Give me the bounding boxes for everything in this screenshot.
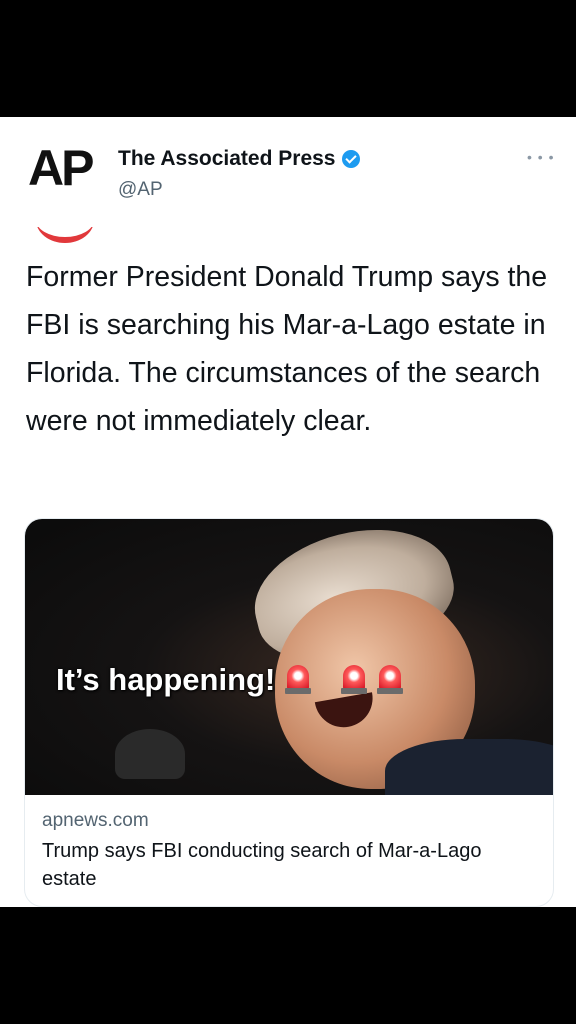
author-name-row[interactable]: The Associated Press: [118, 147, 360, 171]
link-headline[interactable]: Trump says FBI conducting search of Mar-…: [42, 837, 535, 893]
police-siren-icon: [341, 665, 368, 695]
microphone-shape: [115, 729, 185, 779]
link-preview-card[interactable]: It’s happening! apnews.com Trump says FB…: [24, 518, 554, 907]
ap-logo-text: AP: [28, 140, 94, 196]
author-handle[interactable]: @AP: [118, 179, 163, 201]
link-preview-image[interactable]: It’s happening!: [25, 519, 553, 795]
ap-logo-swoosh-icon: [36, 227, 94, 243]
ap-logo-avatar[interactable]: AP: [26, 143, 102, 243]
overlay-caption-text: It’s happening!: [56, 662, 276, 697]
photo-suit-shape: [385, 739, 553, 795]
link-domain: apnews.com: [42, 810, 149, 831]
police-siren-icon: [377, 665, 404, 695]
verified-badge-icon: [341, 150, 360, 168]
overlay-caption: It’s happening!: [56, 662, 404, 698]
tweet-text: Former President Donald Trump says the F…: [26, 261, 548, 437]
tweet-card[interactable]: AP The Associated Press @AP • • • Former…: [0, 117, 576, 907]
police-siren-icon: [285, 665, 312, 695]
author-display-name[interactable]: The Associated Press: [118, 147, 336, 171]
link-preview-meta[interactable]: apnews.com Trump says FBI conducting sea…: [25, 795, 553, 893]
more-options-ellipsis-icon[interactable]: • • •: [527, 149, 554, 165]
